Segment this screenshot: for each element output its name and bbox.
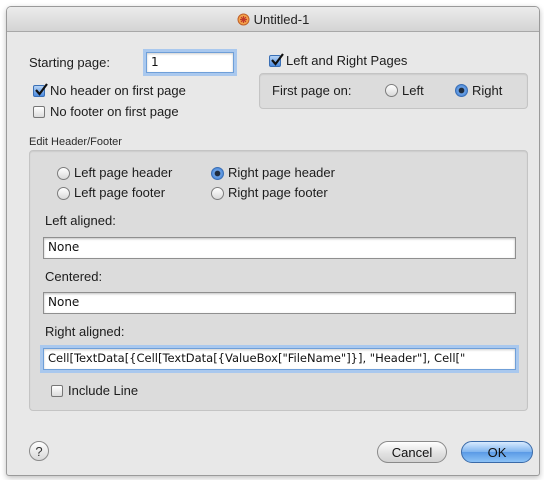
window-title: Untitled-1: [253, 11, 310, 27]
document-app-icon: [237, 13, 250, 26]
no-footer-first-page-label: No footer on first page: [50, 104, 179, 119]
first-page-on-label: First page on:: [272, 83, 352, 98]
centered-input[interactable]: None: [43, 292, 516, 314]
first-page-right-label: Right: [472, 83, 503, 98]
checkmark-icon: [35, 83, 48, 96]
right-page-header-label: Right page header: [228, 165, 335, 180]
include-line-checkbox[interactable]: [51, 385, 63, 397]
left-page-header-radio[interactable]: [57, 167, 70, 180]
edit-header-footer-title: Edit Header/Footer: [29, 136, 122, 148]
starting-page-label: Starting page:: [29, 55, 110, 70]
no-header-first-page-label: No header on first page: [50, 83, 186, 98]
right-page-header-radio[interactable]: [211, 167, 224, 180]
ok-button[interactable]: OK: [461, 441, 533, 463]
include-line-label: Include Line: [68, 383, 139, 398]
left-and-right-pages-label: Left and Right Pages: [286, 53, 408, 68]
cancel-button[interactable]: Cancel: [377, 441, 447, 463]
right-page-footer-radio[interactable]: [211, 187, 224, 200]
first-page-right-radio[interactable]: [455, 84, 468, 97]
left-aligned-label: Left aligned:: [45, 213, 116, 228]
right-page-footer-label: Right page footer: [228, 185, 328, 200]
help-button[interactable]: ?: [29, 441, 49, 461]
centered-label: Centered:: [45, 269, 103, 284]
no-header-first-page-checkbox[interactable]: [33, 83, 48, 97]
title-bar: Untitled-1: [7, 7, 539, 32]
left-page-footer-label: Left page footer: [74, 185, 166, 200]
right-aligned-input[interactable]: Cell[TextData[{Cell[TextData[{ValueBox["…: [43, 348, 516, 370]
no-footer-first-page-checkbox[interactable]: [33, 106, 45, 118]
dialog-window: Untitled-1 Starting page: 1 No header on…: [6, 6, 540, 476]
left-aligned-input[interactable]: None: [43, 237, 516, 259]
starting-page-input[interactable]: 1: [146, 52, 234, 73]
left-and-right-pages-checkbox[interactable]: [269, 53, 284, 67]
left-page-footer-radio[interactable]: [57, 187, 70, 200]
left-page-header-label: Left page header: [74, 165, 173, 180]
first-page-left-label: Left: [402, 83, 424, 98]
right-aligned-label: Right aligned:: [45, 324, 125, 339]
first-page-left-radio[interactable]: [385, 84, 398, 97]
checkmark-icon: [271, 53, 284, 66]
